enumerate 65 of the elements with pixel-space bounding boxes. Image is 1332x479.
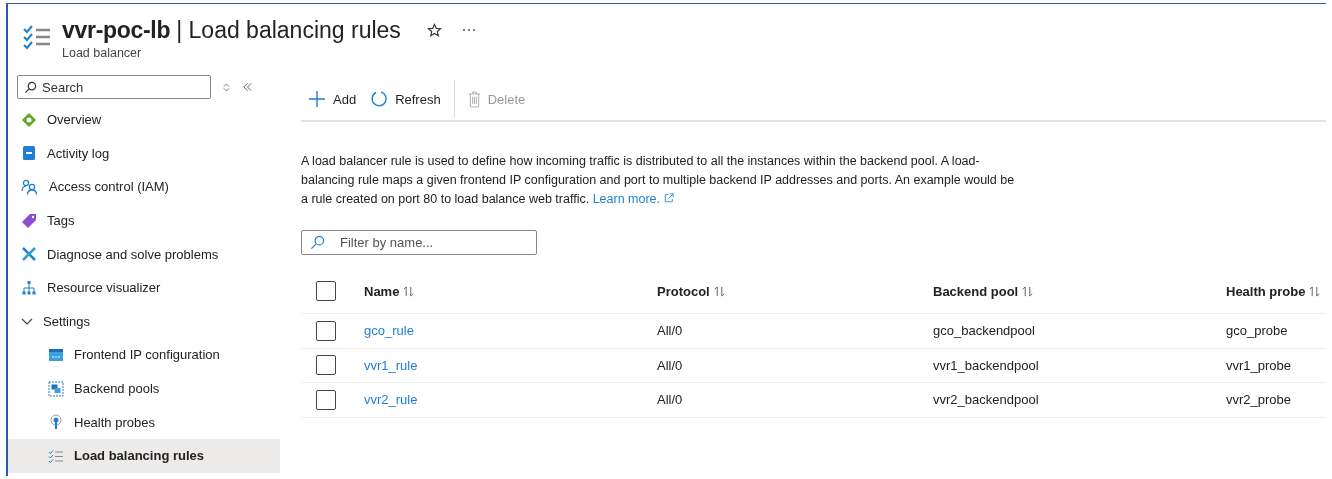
table-cell: vvr2_backendpool [933,392,1039,408]
title-separator: | [176,16,183,43]
row-checkbox[interactable] [316,355,336,376]
learn-more-link[interactable]: Learn more. [592,192,675,206]
table-cell: vvr1_probe [1226,357,1292,373]
external-link-icon [664,193,675,203]
filter-field[interactable]: Filter by name... [301,230,537,255]
table-cell: All/0 [657,357,683,373]
sidebar-item[interactable]: Access control (IAM) [8,170,280,204]
sidebar-item[interactable]: Backend pools [8,371,280,406]
page-title-text: Load balancing rules [188,16,401,43]
checklist-icon [48,448,64,463]
column-header[interactable]: Name [364,283,400,299]
sidebar-item[interactable]: Health probes [8,405,280,439]
tag-icon [21,212,37,229]
tools-icon [21,246,37,263]
table-cell: All/0 [657,323,683,339]
sort-icon[interactable] [713,285,725,297]
star-icon[interactable] [426,22,442,38]
table-cell: All/0 [657,392,683,408]
resource-name: vvr-poc-lb [62,16,171,44]
sidebar-item[interactable]: Settings [8,304,280,339]
rule-link[interactable]: vvr1_rule [364,357,418,373]
add-button[interactable]: Add [301,83,364,115]
servers-icon [48,380,64,397]
column-header[interactable]: Health probe [1226,283,1306,299]
sidebar-item[interactable]: Diagnose and solve problems [8,237,280,271]
rule-link[interactable]: gco_rule [364,323,414,339]
book-icon [21,145,37,162]
rule-link[interactable]: vvr2_rule [364,392,418,408]
sort-icon[interactable] [1022,285,1034,297]
select-all-checkbox[interactable] [316,281,336,301]
more-icon[interactable] [461,28,476,32]
refresh-button[interactable]: Refresh [363,83,448,115]
sidebar-item[interactable]: Activity log [8,136,280,171]
sidebar-item[interactable]: Tags [8,203,280,238]
people-icon [21,179,39,195]
sidebar-item[interactable]: Resource visualizer [8,270,280,305]
sort-icon[interactable] [1309,285,1321,297]
table-cell: gco_probe [1226,323,1288,339]
column-header[interactable]: Backend pool [933,283,1019,299]
sidebar-item[interactable]: Load balancing rules [8,438,280,473]
antenna-icon [48,414,64,431]
collapse-icon[interactable] [242,82,253,92]
table-cell: vvr2_probe [1226,392,1292,408]
diamond-icon [21,111,37,128]
table-cell: gco_backendpool [933,323,1035,339]
refresh-icon [370,90,389,108]
search-icon [24,81,37,94]
window-icon [48,346,64,363]
trash-icon [467,90,481,108]
sidebar-item[interactable]: Overview [8,103,280,137]
column-header[interactable]: Protocol [657,283,710,299]
description-text: A load balancer rule is used to define how incoming traffic is distributed to all the instances within the backend pool. A load-balancing rule maps a given frontend IP configuration and port to multiple backend IP addresses and ports. An example would be a rule created on port 80 to load balance web traffic. Learn more. [301,153,1016,208]
row-checkbox[interactable] [316,320,336,341]
sidebar-item[interactable]: Frontend IP configuration [8,338,280,372]
row-checkbox[interactable] [316,390,336,410]
sort-icon[interactable] [403,285,415,297]
hierarchy-icon [21,279,37,296]
checklist-icon [22,24,52,50]
resource-type: Load balancer [62,46,143,60]
table-cell: vvr1_backendpool [933,357,1039,373]
search-icon [310,235,325,250]
search-field[interactable]: Search [17,75,211,99]
plus-icon [308,90,326,108]
